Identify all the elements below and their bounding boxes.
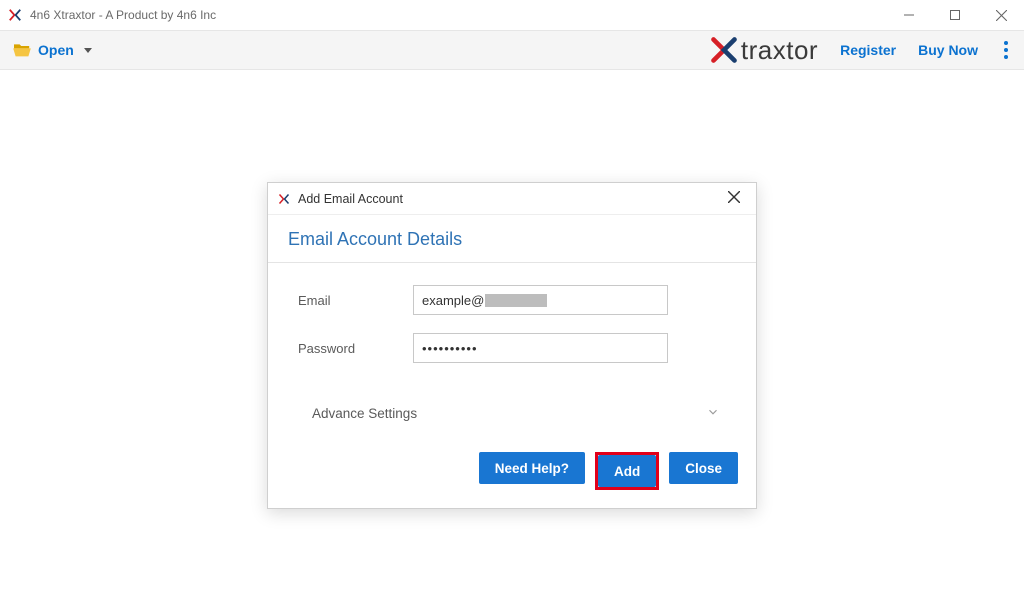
add-button-highlight: Add <box>595 452 659 490</box>
buy-now-link[interactable]: Buy Now <box>918 42 978 58</box>
email-field[interactable]: example@ <box>413 285 668 315</box>
brand-text: traxtor <box>741 35 818 66</box>
email-value: example@ <box>422 293 484 308</box>
add-email-account-dialog: Add Email Account Email Account Details … <box>267 182 757 509</box>
dialog-header: Add Email Account <box>268 183 756 215</box>
dialog-header-title: Add Email Account <box>298 192 403 206</box>
app-icon <box>278 193 292 205</box>
dialog-title: Email Account Details <box>288 229 736 262</box>
more-options-button[interactable] <box>1000 37 1012 63</box>
advance-settings-label: Advance Settings <box>312 406 417 421</box>
advance-settings-toggle[interactable]: Advance Settings <box>288 393 736 434</box>
email-label: Email <box>298 293 413 308</box>
window-titlebar: 4n6 Xtraxtor - A Product by 4n6 Inc <box>0 0 1024 30</box>
close-button[interactable]: Close <box>669 452 738 484</box>
main-toolbar: Open traxtor Register Buy Now <box>0 30 1024 70</box>
password-field[interactable]: •••••••••• <box>413 333 668 363</box>
folder-open-icon <box>12 42 32 58</box>
brand-logo: traxtor <box>709 35 818 66</box>
register-link[interactable]: Register <box>840 42 896 58</box>
open-button[interactable]: Open <box>12 42 92 58</box>
open-button-label: Open <box>38 42 74 58</box>
password-value: •••••••••• <box>422 341 478 356</box>
window-title: 4n6 Xtraxtor - A Product by 4n6 Inc <box>30 8 216 22</box>
dialog-close-button[interactable] <box>722 190 746 208</box>
redacted-text <box>485 294 547 307</box>
add-button[interactable]: Add <box>598 455 656 487</box>
app-icon <box>8 7 24 23</box>
minimize-button[interactable] <box>886 0 932 30</box>
chevron-down-icon <box>706 405 720 422</box>
need-help-button[interactable]: Need Help? <box>479 452 585 484</box>
chevron-down-icon <box>84 48 92 53</box>
maximize-button[interactable] <box>932 0 978 30</box>
dialog-footer: Need Help? Add Close <box>268 438 756 508</box>
window-controls <box>886 0 1024 30</box>
window-close-button[interactable] <box>978 0 1024 30</box>
password-label: Password <box>298 341 413 356</box>
